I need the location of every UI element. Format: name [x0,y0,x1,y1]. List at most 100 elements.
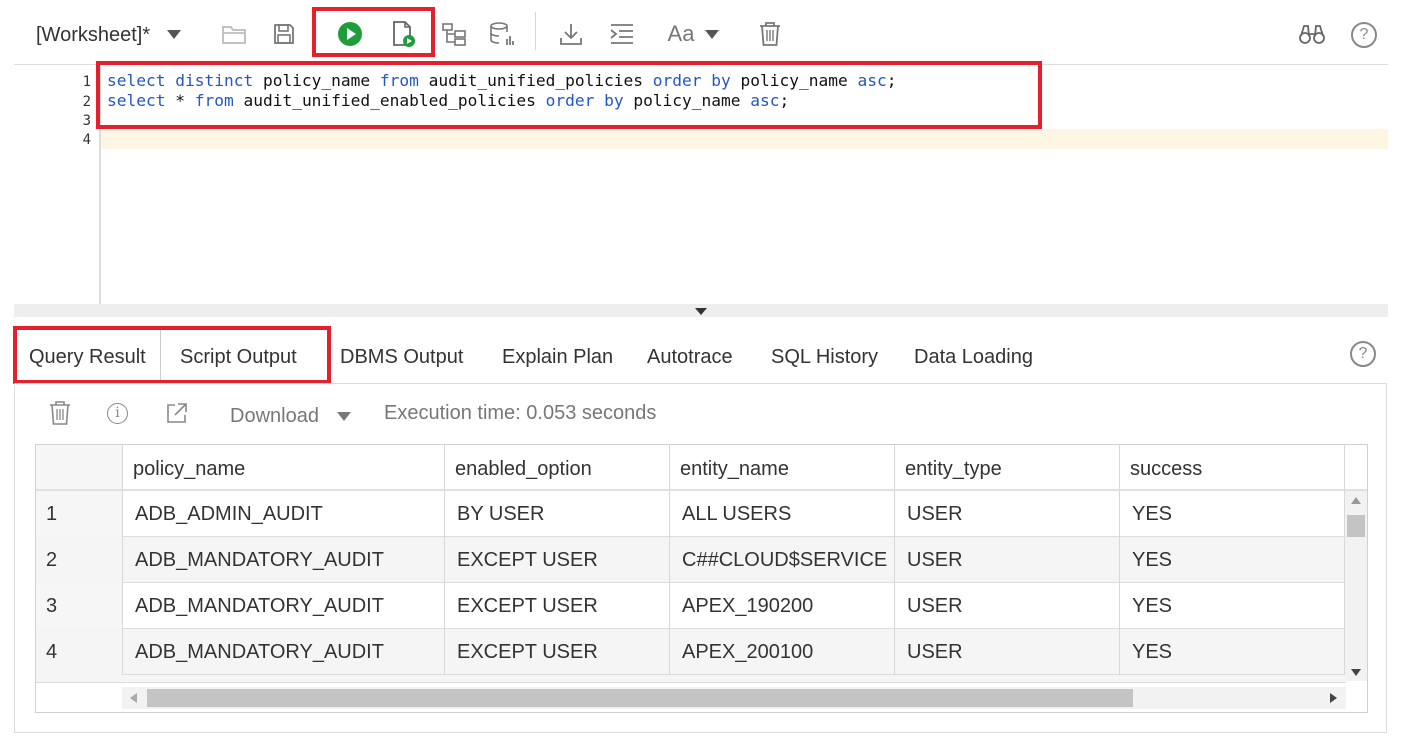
table-cell[interactable]: C##CLOUD$SERVICE [670,537,895,583]
open-folder-icon[interactable] [220,20,248,48]
table-row[interactable]: 4 ADB_MANDATORY_AUDIT EXCEPT USER APEX_2001… [36,629,1346,675]
row-number[interactable]: 1 [36,491,123,537]
column-header[interactable]: policy_name [123,445,445,491]
table-row[interactable]: 1 ADB_ADMIN_AUDIT BY USER ALL USERS USER YES [36,491,1346,537]
tab-divider [160,330,161,380]
table-cell[interactable]: EXCEPT USER [445,629,670,675]
table-cell[interactable]: ADB_MANDATORY_AUDIT [123,537,445,583]
scroll-up-icon[interactable] [1351,497,1361,504]
open-in-new-window-icon[interactable] [165,401,189,430]
sql-text: policy_name [253,71,380,90]
sql-keyword: by [604,91,624,110]
vertical-scrollbar[interactable] [1345,491,1367,681]
worksheet-toolbar: [Worksheet]* Aa ? [0,0,1404,68]
table-cell[interactable]: YES [1120,583,1345,629]
font-case-dropdown-icon[interactable] [705,30,719,39]
splitter-collapse-icon[interactable] [695,308,707,315]
save-icon[interactable] [270,20,298,48]
explain-plan-icon[interactable] [440,20,468,48]
sql-text: ; [886,71,897,90]
sql-keyword: order [545,91,595,110]
sql-editor[interactable]: 1 2 3 4 select distinct policy_name from… [14,64,1388,305]
column-header[interactable]: entity_type [895,445,1120,491]
tab-explain-plan[interactable]: Explain Plan [502,346,613,369]
clear-results-trash-icon[interactable] [49,400,71,431]
table-cell[interactable]: USER [895,629,1120,675]
sql-text: policy_name [623,91,751,110]
scroll-down-icon[interactable] [1351,669,1361,676]
table-cell[interactable]: YES [1120,629,1345,675]
run-statement-icon[interactable] [336,20,364,48]
table-cell[interactable]: ADB_MANDATORY_AUDIT [123,629,445,675]
table-cell[interactable]: BY USER [445,491,670,537]
sql-keyword: asc [857,71,887,90]
run-script-icon[interactable] [389,20,417,48]
row-number[interactable]: 3 [36,583,123,629]
tab-dbms-output[interactable]: DBMS Output [340,346,463,369]
table-cell[interactable]: ALL USERS [670,491,895,537]
code-line[interactable]: select * from audit_unified_enabled_poli… [107,91,789,110]
download-dropdown-icon[interactable] [337,412,351,421]
scroll-left-icon[interactable] [130,693,137,703]
table-cell[interactable]: APEX_190200 [670,583,895,629]
header-filler [1345,445,1367,491]
worksheet-title[interactable]: [Worksheet]* [36,24,150,47]
sql-text: * [165,91,195,110]
scroll-right-icon[interactable] [1330,693,1337,703]
code-line[interactable]: select distinct policy_name from audit_u… [107,71,896,90]
tab-data-loading[interactable]: Data Loading [914,346,1033,369]
font-case-icon[interactable]: Aa [664,20,698,48]
row-number[interactable]: 4 [36,629,123,675]
sql-keyword: asc [750,91,780,110]
line-number: 2 [82,94,91,110]
table-cell[interactable]: EXCEPT USER [445,537,670,583]
download-icon[interactable] [557,20,585,48]
sql-keyword: distinct [175,71,254,90]
sql-keyword: select [107,71,166,90]
table-cell[interactable]: USER [895,537,1120,583]
sql-text: audit_unified_policies [418,71,653,90]
row-number-header [36,445,123,491]
table-cell[interactable]: APEX_200100 [670,629,895,675]
tab-autotrace[interactable]: Autotrace [647,346,733,369]
format-icon[interactable] [608,20,636,48]
autotrace-icon[interactable] [489,20,517,48]
help-icon[interactable]: ? [1351,22,1377,48]
download-button[interactable]: Download [230,405,319,428]
tab-query-result[interactable]: Query Result [29,346,146,369]
table-cell[interactable]: USER [895,583,1120,629]
find-binoculars-icon[interactable] [1298,20,1326,48]
table-cell[interactable]: ADB_ADMIN_AUDIT [123,491,445,537]
result-grid: policy_name enabled_option entity_name e… [35,444,1368,713]
trash-icon[interactable] [756,20,784,48]
table-row[interactable]: 2 ADB_MANDATORY_AUDIT EXCEPT USER C##CLOUD$… [36,537,1346,583]
table-row[interactable]: 3 ADB_MANDATORY_AUDIT EXCEPT USER APEX_1902… [36,583,1346,629]
line-number: 3 [82,113,91,129]
sql-text: ; [779,91,790,110]
horizontal-scrollbar[interactable] [122,687,1346,709]
horizontal-scroll-thumb[interactable] [147,689,1133,707]
table-cell[interactable]: YES [1120,537,1345,583]
info-icon[interactable]: i [107,403,128,424]
table-cell[interactable]: ADB_MANDATORY_AUDIT [123,583,445,629]
vertical-scroll-thumb[interactable] [1347,515,1365,537]
table-cell[interactable]: USER [895,491,1120,537]
line-number: 1 [82,74,91,90]
sql-keyword: select [107,91,166,110]
table-cell[interactable]: EXCEPT USER [445,583,670,629]
sql-keyword: from [194,91,234,110]
tab-sql-history[interactable]: SQL History [771,346,878,369]
column-header[interactable]: success [1120,445,1345,491]
row-number[interactable]: 2 [36,537,123,583]
sql-keyword: order [652,71,702,90]
column-header[interactable]: entity_name [670,445,895,491]
worksheet-dropdown-icon[interactable] [167,30,181,39]
tab-script-output[interactable]: Script Output [180,346,297,369]
sql-keyword: by [711,71,731,90]
table-cell[interactable]: YES [1120,491,1345,537]
tabs-help-icon[interactable]: ? [1350,341,1376,367]
column-header[interactable]: enabled_option [445,445,670,491]
